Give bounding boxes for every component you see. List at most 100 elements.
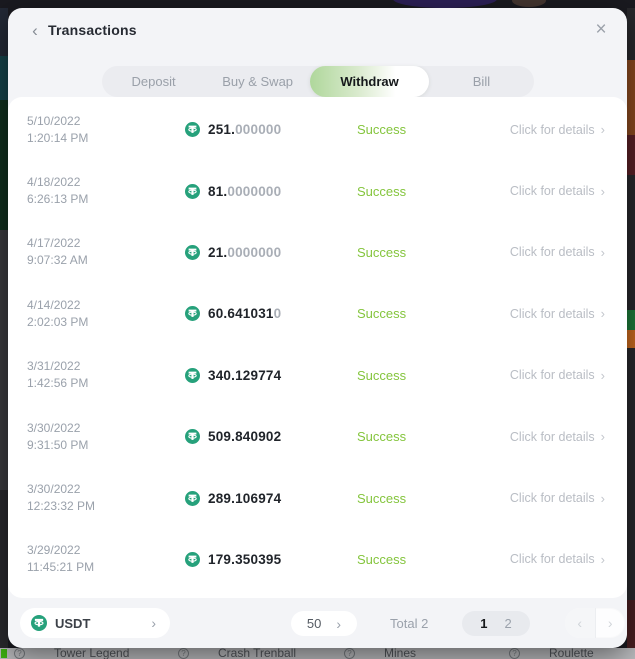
transaction-amount: 60.6410310 bbox=[185, 306, 357, 321]
tab-label: Buy & Swap bbox=[222, 74, 293, 89]
currency-selector[interactable]: USDT › bbox=[20, 608, 170, 638]
page-number[interactable]: 2 bbox=[505, 616, 512, 631]
transactions-modal: ‹ Transactions × Deposit Buy & Swap With… bbox=[8, 8, 627, 648]
transaction-amount: 179.350395 bbox=[185, 552, 357, 567]
background-game-list-strip: ? Tower Legend ? Crash Trenball ? Mines … bbox=[0, 648, 635, 659]
tether-icon bbox=[185, 429, 200, 444]
transaction-row[interactable]: 3/30/2022 12:23:32 PM 289.106974 Success… bbox=[8, 467, 627, 528]
details-label: Click for details bbox=[510, 123, 595, 137]
transaction-row[interactable]: 3/29/2022 11:45:21 PM 179.350395 Success… bbox=[8, 529, 627, 590]
tether-icon bbox=[185, 306, 200, 321]
details-label: Click for details bbox=[510, 552, 595, 566]
transaction-row[interactable]: 4/14/2022 2:02:03 PM 60.6410310 Success … bbox=[8, 283, 627, 344]
details-label: Click for details bbox=[510, 307, 595, 321]
transaction-amount: 289.106974 bbox=[185, 491, 357, 506]
details-label: Click for details bbox=[510, 184, 595, 198]
pagination: 1 2 bbox=[462, 611, 530, 636]
transaction-datetime: 3/29/2022 11:45:21 PM bbox=[27, 542, 185, 576]
transaction-date: 4/18/2022 bbox=[27, 174, 185, 191]
tether-icon bbox=[185, 184, 200, 199]
tether-icon bbox=[185, 552, 200, 567]
tab-label: Bill bbox=[473, 74, 490, 89]
bg-left-sliver bbox=[0, 8, 8, 659]
details-label: Click for details bbox=[510, 245, 595, 259]
page-title: Transactions bbox=[48, 22, 137, 38]
amount-text: 509.840902 bbox=[208, 429, 281, 444]
chevron-right-icon: › bbox=[601, 306, 605, 321]
tether-icon bbox=[185, 245, 200, 260]
status-badge: Success bbox=[357, 122, 505, 137]
details-link[interactable]: Click for details › bbox=[510, 368, 605, 383]
transaction-amount: 251.000000 bbox=[185, 122, 357, 137]
transactions-list: 5/10/2022 1:20:14 PM 251.000000 Success … bbox=[8, 97, 627, 598]
transaction-row[interactable]: 3/31/2022 1:42:56 PM 340.129774 Success … bbox=[8, 345, 627, 406]
details-link[interactable]: Click for details › bbox=[510, 245, 605, 260]
close-icon[interactable]: × bbox=[591, 20, 611, 40]
amount-text: 340.129774 bbox=[208, 368, 281, 383]
transaction-datetime: 4/17/2022 9:07:32 AM bbox=[27, 235, 185, 269]
chevron-right-icon: › bbox=[608, 615, 613, 631]
chevron-right-icon: › bbox=[601, 122, 605, 137]
transaction-amount: 340.129774 bbox=[185, 368, 357, 383]
transaction-date: 4/14/2022 bbox=[27, 297, 185, 314]
tab[interactable]: Buy & Swap bbox=[206, 66, 310, 97]
chevron-right-icon: › bbox=[601, 552, 605, 567]
bg-game-item: ? Crash Trenball bbox=[178, 648, 296, 659]
details-link[interactable]: Click for details › bbox=[510, 122, 605, 137]
transaction-datetime: 4/18/2022 6:26:13 PM bbox=[27, 174, 185, 208]
details-label: Click for details bbox=[510, 430, 595, 444]
back-icon[interactable]: ‹ bbox=[26, 22, 44, 40]
transaction-amount: 21.0000000 bbox=[185, 245, 357, 260]
total-count: Total 2 bbox=[390, 611, 428, 636]
chevron-right-icon: › bbox=[151, 615, 156, 631]
bg-right-sliver bbox=[627, 8, 635, 659]
transaction-row[interactable]: 3/30/2022 9:31:50 PM 509.840902 Success … bbox=[8, 406, 627, 467]
page-size-value: 50 bbox=[307, 616, 321, 631]
details-link[interactable]: Click for details › bbox=[510, 306, 605, 321]
bg-game-label: Mines bbox=[384, 648, 416, 659]
details-link[interactable]: Click for details › bbox=[510, 429, 605, 444]
help-icon: ? bbox=[509, 648, 520, 659]
bg-brown-blob bbox=[512, 0, 546, 7]
help-icon: ? bbox=[344, 648, 355, 659]
details-link[interactable]: Click for details › bbox=[510, 552, 605, 567]
amount-text: 179.350395 bbox=[208, 552, 281, 567]
details-label: Click for details bbox=[510, 491, 595, 505]
chevron-right-icon: › bbox=[336, 616, 341, 632]
chevron-right-icon: › bbox=[601, 368, 605, 383]
transaction-row[interactable]: 4/17/2022 9:07:32 AM 21.0000000 Success … bbox=[8, 222, 627, 283]
transaction-datetime: 3/30/2022 9:31:50 PM bbox=[27, 420, 185, 454]
tether-icon bbox=[185, 491, 200, 506]
transaction-row[interactable]: 5/10/2022 1:20:14 PM 251.000000 Success … bbox=[8, 99, 627, 160]
transaction-datetime: 5/10/2022 1:20:14 PM bbox=[27, 113, 185, 147]
bg-green-fragment bbox=[1, 649, 7, 658]
transaction-time: 11:45:21 PM bbox=[27, 559, 185, 576]
transaction-date: 5/10/2022 bbox=[27, 113, 185, 130]
page-number[interactable]: 1 bbox=[480, 616, 487, 631]
prev-page-button[interactable]: ‹ bbox=[565, 608, 596, 638]
details-link[interactable]: Click for details › bbox=[510, 491, 605, 506]
status-badge: Success bbox=[357, 306, 505, 321]
tab[interactable]: Deposit bbox=[102, 66, 206, 97]
pagination-nav: ‹ › bbox=[565, 608, 625, 638]
status-badge: Success bbox=[357, 368, 505, 383]
transaction-amount: 81.0000000 bbox=[185, 184, 357, 199]
chevron-right-icon: › bbox=[601, 184, 605, 199]
transaction-time: 1:42:56 PM bbox=[27, 375, 185, 392]
transaction-date: 3/31/2022 bbox=[27, 358, 185, 375]
chevron-right-icon: › bbox=[601, 491, 605, 506]
transaction-date: 3/30/2022 bbox=[27, 420, 185, 437]
transaction-row[interactable]: 4/18/2022 6:26:13 PM 81.0000000 Success … bbox=[8, 160, 627, 221]
next-page-button[interactable]: › bbox=[596, 608, 626, 638]
chevron-right-icon: › bbox=[601, 245, 605, 260]
tab[interactable]: Bill bbox=[429, 66, 533, 97]
details-link[interactable]: Click for details › bbox=[510, 184, 605, 199]
transaction-date: 4/17/2022 bbox=[27, 235, 185, 252]
bg-game-item: ? Roulette bbox=[509, 648, 594, 659]
page-size-selector[interactable]: 50 › bbox=[291, 611, 357, 636]
tab[interactable]: Withdraw bbox=[310, 66, 430, 97]
help-icon: ? bbox=[14, 648, 25, 659]
tether-icon bbox=[31, 615, 47, 631]
status-badge: Success bbox=[357, 491, 505, 506]
transaction-datetime: 4/14/2022 2:02:03 PM bbox=[27, 297, 185, 331]
